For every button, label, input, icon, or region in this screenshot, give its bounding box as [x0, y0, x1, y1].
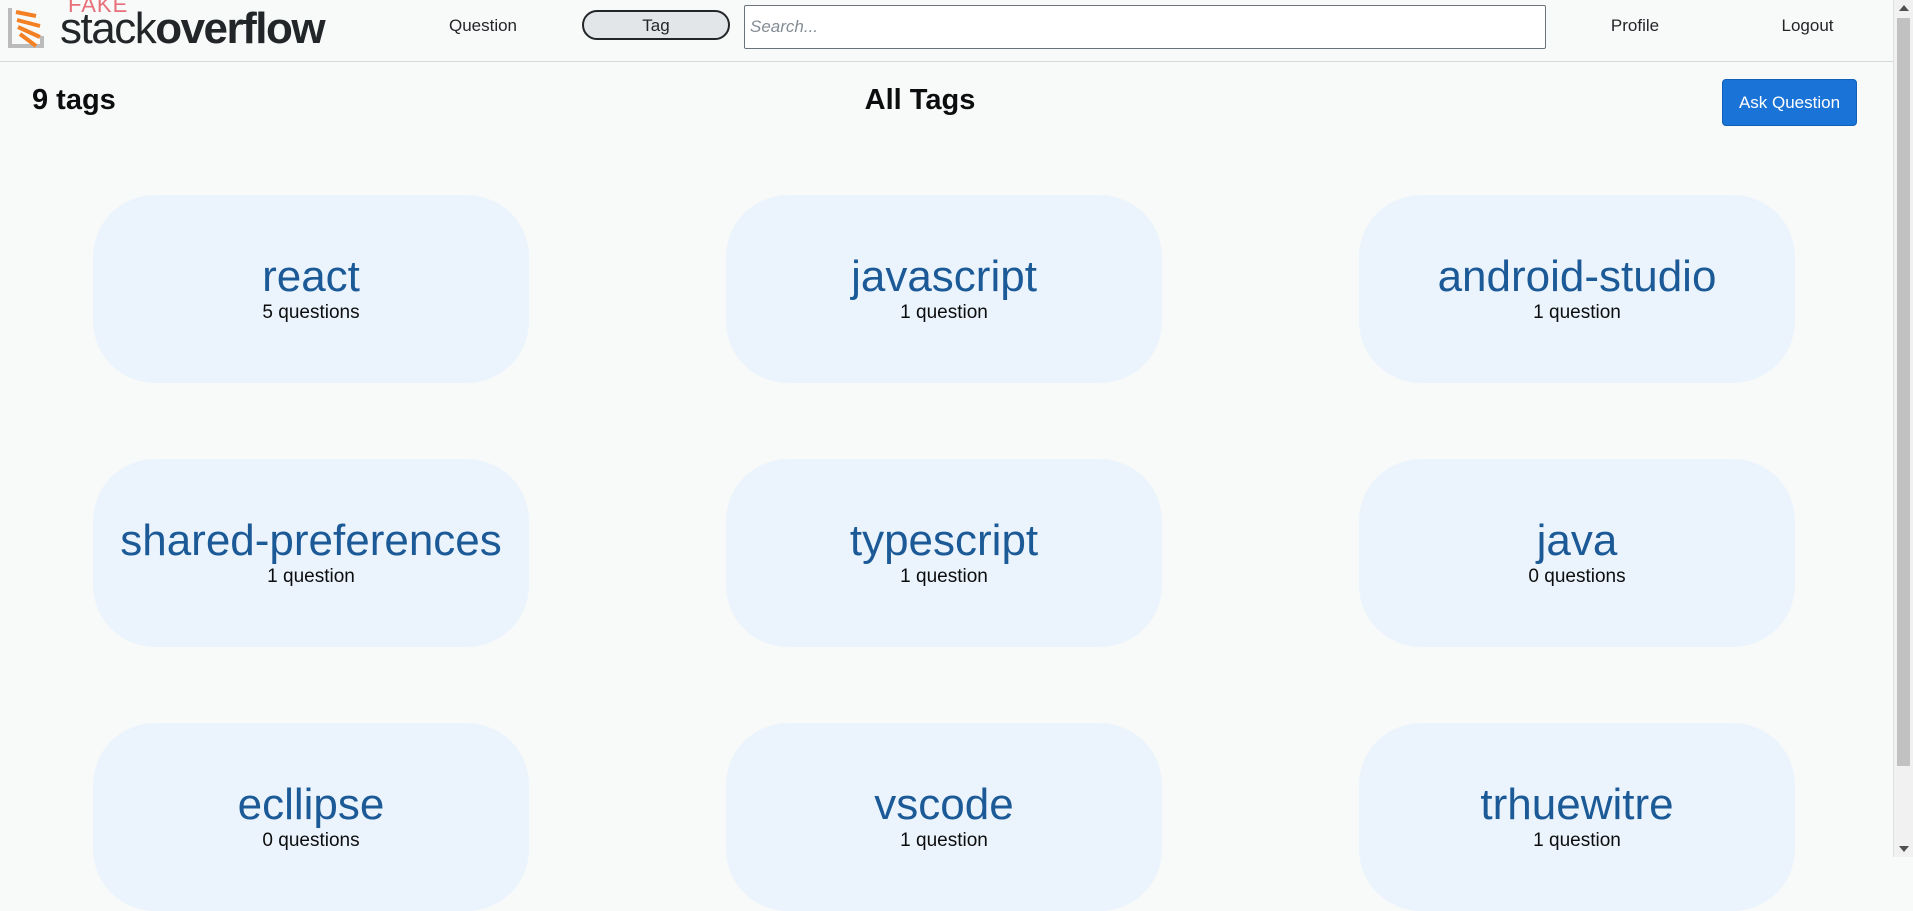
tag-name[interactable]: shared-preferences	[93, 517, 529, 565]
tag-question-count: 5 questions	[262, 302, 360, 323]
logo-wordmark-bold: overflow	[155, 4, 325, 53]
logo-wordmark: stackoverflow	[60, 4, 326, 54]
scroll-down-icon[interactable]	[1899, 846, 1909, 852]
top-navbar: FAKE stackoverflow Question Tag Profile …	[0, 0, 1894, 62]
nav-logout-link[interactable]: Logout	[1760, 12, 1855, 40]
stack-logo-icon	[8, 8, 44, 48]
tag-name[interactable]: react	[93, 253, 529, 301]
tag-card[interactable]: android-studio 1 question	[1359, 195, 1795, 383]
nav-tag-button[interactable]: Tag	[582, 10, 730, 40]
tag-name[interactable]: ecllipse	[93, 781, 529, 829]
tag-card[interactable]: javascript 1 question	[726, 195, 1162, 383]
tag-name[interactable]: javascript	[726, 253, 1162, 301]
tag-name[interactable]: typescript	[726, 517, 1162, 565]
tag-card[interactable]: typescript 1 question	[726, 459, 1162, 647]
tags-header: 9 tags All Tags Ask Question	[0, 62, 1894, 142]
tag-card[interactable]: shared-preferences 1 question	[93, 459, 529, 647]
tag-name[interactable]: java	[1359, 517, 1795, 565]
tag-card[interactable]: react 5 questions	[93, 195, 529, 383]
tag-card[interactable]: vscode 1 question	[726, 723, 1162, 911]
tag-card[interactable]: ecllipse 0 questions	[93, 723, 529, 911]
tag-question-count: 1 question	[1533, 302, 1621, 323]
vertical-scrollbar[interactable]	[1893, 0, 1913, 857]
tag-question-count: 1 question	[267, 566, 355, 587]
scrollbar-thumb[interactable]	[1897, 18, 1910, 766]
tag-name[interactable]: android-studio	[1359, 253, 1795, 301]
site-logo[interactable]: FAKE stackoverflow	[6, 0, 326, 56]
logo-wordmark-light: stack	[60, 4, 157, 53]
nav-question-link[interactable]: Question	[438, 12, 528, 40]
tag-question-count: 0 questions	[1528, 566, 1626, 587]
tag-question-count: 1 question	[900, 566, 988, 587]
ask-question-button[interactable]: Ask Question	[1722, 79, 1857, 126]
tag-question-count: 1 question	[1533, 830, 1621, 851]
tag-name[interactable]: trhuewitre	[1359, 781, 1795, 829]
tag-question-count: 1 question	[900, 302, 988, 323]
tag-card[interactable]: trhuewitre 1 question	[1359, 723, 1795, 911]
page-title: All Tags	[864, 84, 976, 116]
search-input[interactable]	[744, 5, 1546, 49]
tag-count: 9 tags	[32, 84, 116, 116]
nav-profile-link[interactable]: Profile	[1590, 12, 1680, 40]
tag-name[interactable]: vscode	[726, 781, 1162, 829]
tag-question-count: 1 question	[900, 830, 988, 851]
tag-question-count: 0 questions	[262, 830, 360, 851]
tag-card[interactable]: java 0 questions	[1359, 459, 1795, 647]
scroll-up-icon[interactable]	[1899, 5, 1909, 11]
